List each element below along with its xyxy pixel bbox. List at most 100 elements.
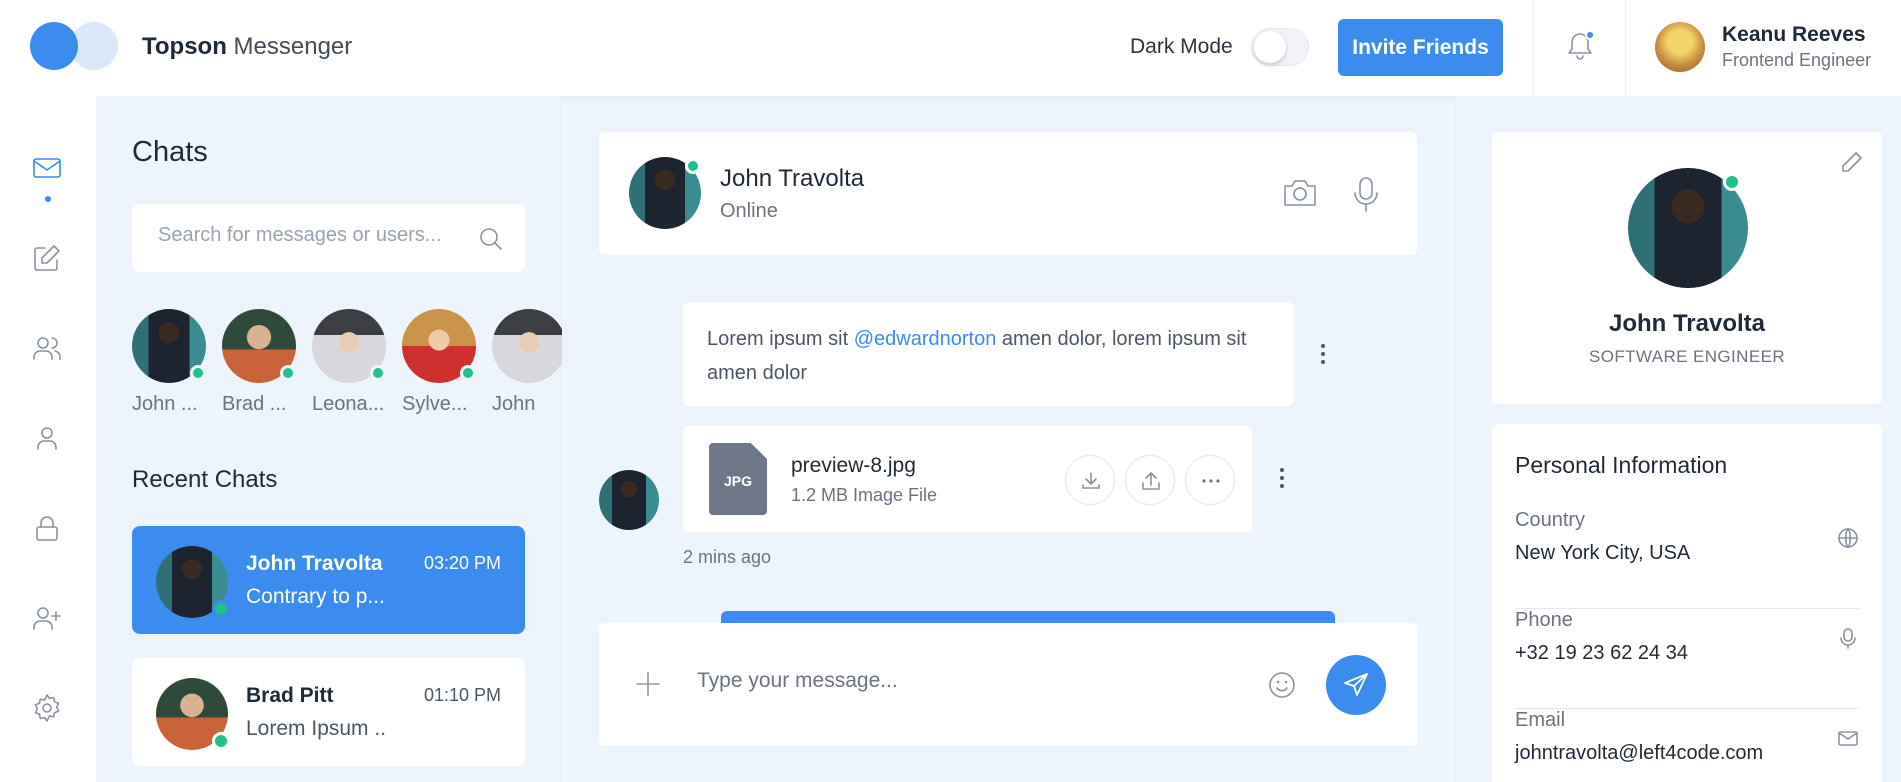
mail-icon[interactable] bbox=[31, 152, 63, 184]
info-label: Phone bbox=[1515, 609, 1573, 631]
message-text: Lorem ipsum sit @edwardnorton amen dolor… bbox=[707, 328, 1247, 384]
download-icon bbox=[1082, 472, 1100, 489]
user-plus-icon[interactable] bbox=[31, 602, 63, 634]
app-logo[interactable] bbox=[30, 22, 118, 72]
avatar bbox=[222, 309, 296, 383]
conversation-header: John Travolta Online bbox=[599, 132, 1417, 255]
chats-title: Chats bbox=[132, 136, 208, 168]
chat-name: Brad Pitt bbox=[246, 684, 334, 707]
online-indicator bbox=[1723, 173, 1741, 191]
file-size: 1.2 MB Image File bbox=[791, 485, 938, 505]
personal-info-card: Personal Information Country New York Ci… bbox=[1492, 424, 1882, 782]
avatar bbox=[132, 309, 206, 383]
emoji-icon[interactable] bbox=[1267, 670, 1297, 700]
avatar bbox=[402, 309, 476, 383]
info-value: +32 19 23 62 24 34 bbox=[1515, 642, 1688, 664]
microphone-icon[interactable] bbox=[1350, 175, 1382, 213]
story-name: John ... bbox=[132, 393, 198, 415]
top-bar: Topson Messenger Dark Mode Invite Friend… bbox=[0, 0, 1901, 96]
message-timestamp: 2 mins ago bbox=[683, 547, 772, 567]
lock-icon[interactable] bbox=[31, 512, 63, 544]
user-icon[interactable] bbox=[31, 422, 63, 454]
online-indicator bbox=[280, 365, 296, 381]
share-icon bbox=[1142, 472, 1160, 490]
story-name: John bbox=[492, 393, 536, 415]
info-row-email: Email johntravolta@left4code.com bbox=[1515, 709, 1859, 782]
file-type-icon: JPG bbox=[709, 443, 767, 515]
message-composer bbox=[599, 623, 1417, 746]
message-options-icon[interactable] bbox=[1278, 468, 1286, 490]
chats-panel: Chats John ... Brad ... Leona... Sylve..… bbox=[96, 96, 562, 782]
message-input[interactable] bbox=[697, 669, 1217, 693]
chat-list-item[interactable]: Brad Pitt Lorem Ipsum ... 01:10 PM bbox=[132, 658, 525, 766]
settings-icon[interactable] bbox=[31, 692, 63, 724]
info-row-phone: Phone +32 19 23 62 24 34 bbox=[1515, 609, 1859, 709]
edit-icon[interactable] bbox=[31, 242, 63, 274]
message-options-icon[interactable] bbox=[1319, 344, 1327, 366]
personal-info-title: Personal Information bbox=[1515, 452, 1728, 478]
edit-pencil-icon[interactable] bbox=[1840, 150, 1864, 174]
info-label: Email bbox=[1515, 709, 1566, 731]
chat-time: 03:20 PM bbox=[423, 553, 501, 573]
story-name: Sylve... bbox=[402, 393, 468, 415]
contact-name: John Travolta bbox=[720, 165, 865, 192]
side-nav bbox=[0, 96, 96, 782]
dark-mode-label: Dark Mode bbox=[1130, 35, 1233, 58]
contact-status: Online bbox=[720, 200, 778, 222]
invite-friends-button[interactable]: Invite Friends bbox=[1338, 19, 1503, 76]
user-avatar[interactable] bbox=[1655, 22, 1705, 72]
search-box bbox=[132, 204, 525, 272]
unread-dot bbox=[1585, 30, 1595, 40]
send-button[interactable] bbox=[1326, 655, 1386, 715]
story-item[interactable]: John ... bbox=[132, 309, 206, 416]
plus-icon[interactable] bbox=[635, 671, 661, 697]
info-row-country: Country New York City, USA bbox=[1515, 509, 1859, 609]
share-button[interactable] bbox=[1125, 455, 1175, 505]
search-icon[interactable] bbox=[477, 225, 505, 253]
send-icon bbox=[1344, 673, 1368, 696]
dark-mode-toggle[interactable] bbox=[1251, 28, 1309, 66]
search-input[interactable] bbox=[158, 224, 478, 247]
story-name: Leona... bbox=[312, 393, 385, 415]
chat-time: 01:10 PM bbox=[423, 685, 501, 705]
chat-preview: Contrary to p... bbox=[246, 585, 385, 608]
camera-icon[interactable] bbox=[1281, 176, 1319, 210]
profile-role: SOFTWARE ENGINEER bbox=[1588, 347, 1786, 366]
users-icon[interactable] bbox=[31, 332, 63, 364]
mention-link[interactable]: @edwardnorton bbox=[854, 328, 997, 350]
chat-list-item[interactable]: John Travolta Contrary to p... 03:20 PM bbox=[132, 526, 525, 634]
download-button[interactable] bbox=[1065, 455, 1115, 505]
sender-avatar bbox=[599, 470, 659, 530]
file-attachment[interactable]: JPG preview-8.jpg 1.2 MB Image File bbox=[683, 426, 1252, 532]
more-icon bbox=[1202, 479, 1220, 483]
message-bubble[interactable]: Lorem ipsum sit @edwardnorton amen dolor… bbox=[683, 302, 1294, 406]
chat-name: John Travolta bbox=[246, 552, 383, 575]
online-indicator bbox=[212, 600, 230, 618]
globe-icon bbox=[1837, 527, 1859, 549]
more-button[interactable] bbox=[1185, 455, 1235, 505]
divider bbox=[1625, 0, 1626, 96]
online-indicator bbox=[190, 365, 206, 381]
avatar bbox=[312, 309, 386, 383]
online-indicator bbox=[685, 158, 701, 174]
profile-name: John Travolta bbox=[1608, 310, 1766, 337]
avatar bbox=[492, 309, 562, 383]
mail-icon bbox=[1837, 727, 1859, 749]
story-item[interactable]: John bbox=[492, 309, 562, 416]
mic-icon bbox=[1837, 627, 1859, 649]
chat-preview: Lorem Ipsum ... bbox=[246, 717, 386, 740]
app-title: Topson Messenger bbox=[142, 33, 353, 60]
online-indicator bbox=[460, 365, 476, 381]
story-item[interactable]: Leona... bbox=[312, 309, 386, 416]
story-name: Brad ... bbox=[222, 393, 287, 415]
story-item[interactable]: Brad ... bbox=[222, 309, 296, 416]
online-indicator bbox=[370, 365, 386, 381]
info-label: Country bbox=[1515, 509, 1586, 531]
divider bbox=[1533, 0, 1534, 96]
file-name: preview-8.jpg bbox=[791, 454, 916, 477]
recent-chats-title: Recent Chats bbox=[132, 466, 278, 493]
profile-card: John Travolta SOFTWARE ENGINEER bbox=[1492, 132, 1882, 404]
notifications-bell-icon[interactable] bbox=[1565, 30, 1595, 62]
story-item[interactable]: Sylve... bbox=[402, 309, 476, 416]
info-value: New York City, USA bbox=[1515, 542, 1691, 564]
